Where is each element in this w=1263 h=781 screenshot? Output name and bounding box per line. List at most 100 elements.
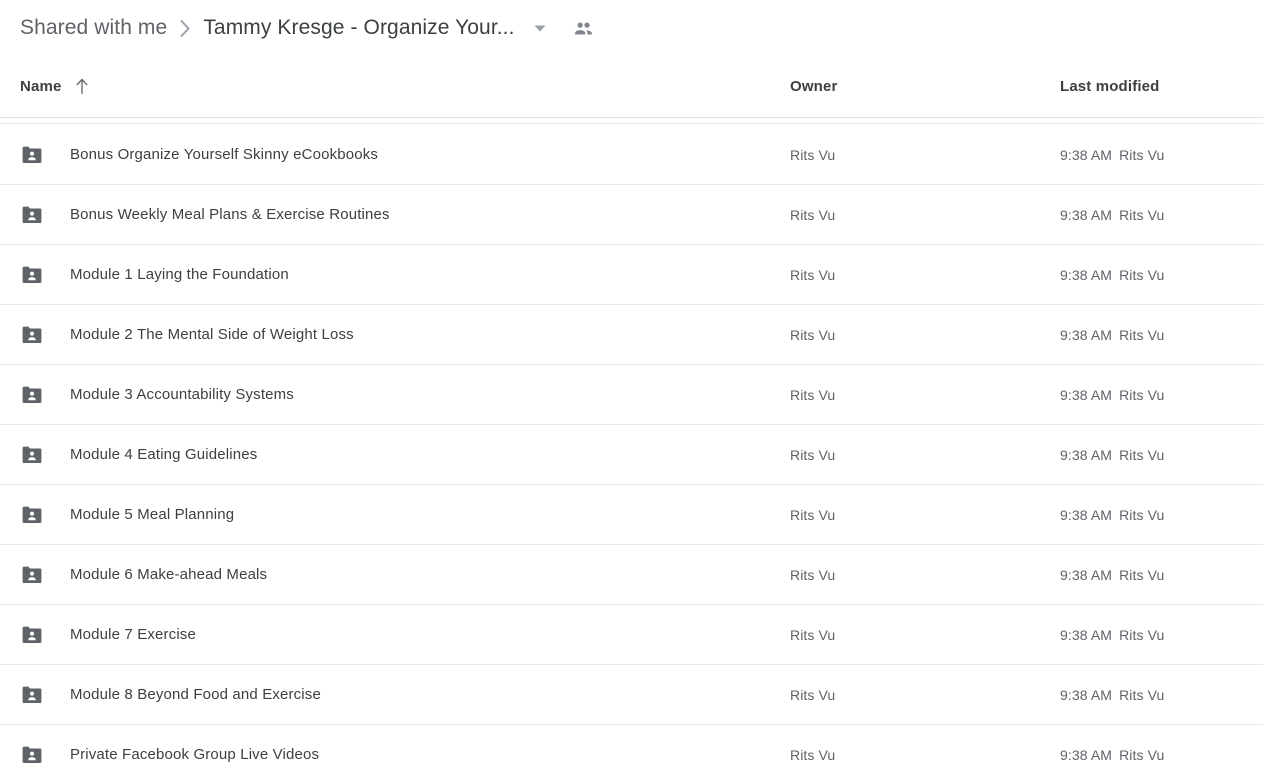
modified-by-label: Rits Vu <box>1119 446 1165 463</box>
row-cell-owner: Rits Vu <box>790 267 1060 283</box>
modified-time-label: 9:38 AM <box>1060 626 1113 643</box>
modified-by-label: Rits Vu <box>1119 146 1165 163</box>
breadcrumb-current-folder[interactable]: Tammy Kresge - Organize Your... <box>203 16 514 40</box>
table-row[interactable]: Module 4 Eating Guidelines Rits Vu 9:38 … <box>0 425 1263 485</box>
chevron-down-icon[interactable] <box>523 11 557 45</box>
table-row[interactable]: Module 1 Laying the Foundation Rits Vu 9… <box>0 245 1263 305</box>
people-shared-icon[interactable] <box>567 11 601 45</box>
row-cell-owner: Rits Vu <box>790 507 1060 523</box>
table-column-header: Name Owner Last modified <box>0 56 1263 124</box>
shared-folder-icon <box>20 623 44 647</box>
modified-by-label: Rits Vu <box>1119 206 1165 223</box>
modified-by-label: Rits Vu <box>1119 746 1165 763</box>
modified-by-label: Rits Vu <box>1119 266 1165 283</box>
column-header-name[interactable]: Name <box>0 78 790 95</box>
row-cell-name: Module 1 Laying the Foundation <box>0 263 790 287</box>
row-cell-owner: Rits Vu <box>790 567 1060 583</box>
row-cell-owner: Rits Vu <box>790 687 1060 703</box>
owner-label: Rits Vu <box>790 206 836 223</box>
row-cell-name: Bonus Organize Yourself Skinny eCookbook… <box>0 143 790 167</box>
owner-label: Rits Vu <box>790 686 836 703</box>
column-header-last-modified[interactable]: Last modified <box>1060 78 1263 96</box>
column-header-owner-label: Owner <box>790 77 838 95</box>
breadcrumb-root-shared-with-me[interactable]: Shared with me <box>20 16 167 40</box>
arrow-up-icon <box>75 78 89 95</box>
table-row[interactable]: Module 3 Accountability Systems Rits Vu … <box>0 365 1263 425</box>
owner-label: Rits Vu <box>790 386 836 403</box>
owner-label: Rits Vu <box>790 326 836 343</box>
file-name-label: Bonus Weekly Meal Plans & Exercise Routi… <box>70 206 390 223</box>
row-cell-last-modified: 9:38 AM Rits Vu <box>1060 387 1263 403</box>
file-name-label: Private Facebook Group Live Videos <box>70 746 320 763</box>
modified-time-label: 9:38 AM <box>1060 326 1113 343</box>
shared-folder-icon <box>20 743 44 767</box>
breadcrumb: Shared with me Tammy Kresge - Organize Y… <box>0 0 1263 56</box>
owner-label: Rits Vu <box>790 146 836 163</box>
modified-time-label: 9:38 AM <box>1060 506 1113 523</box>
modified-time-label: 9:38 AM <box>1060 266 1113 283</box>
table-row[interactable]: Bonus Weekly Meal Plans & Exercise Routi… <box>0 185 1263 245</box>
shared-folder-icon <box>20 143 44 167</box>
row-cell-name: Module 4 Eating Guidelines <box>0 443 790 467</box>
row-cell-owner: Rits Vu <box>790 627 1060 643</box>
table-row[interactable]: Module 2 The Mental Side of Weight Loss … <box>0 305 1263 365</box>
table-row[interactable]: Bonus Organize Yourself Skinny eCookbook… <box>0 125 1263 185</box>
shared-folder-icon <box>20 683 44 707</box>
column-header-owner[interactable]: Owner <box>790 78 1060 96</box>
modified-by-label: Rits Vu <box>1119 326 1165 343</box>
column-header-name-label: Name <box>20 78 62 95</box>
file-name-label: Module 4 Eating Guidelines <box>70 446 258 463</box>
modified-time-label: 9:38 AM <box>1060 746 1113 763</box>
table-row[interactable]: Module 6 Make-ahead Meals Rits Vu 9:38 A… <box>0 545 1263 605</box>
shared-folder-icon <box>20 503 44 527</box>
modified-time-label: 9:38 AM <box>1060 686 1113 703</box>
row-cell-name: Module 5 Meal Planning <box>0 503 790 527</box>
file-name-label: Module 2 The Mental Side of Weight Loss <box>70 326 354 343</box>
modified-by-label: Rits Vu <box>1119 686 1165 703</box>
row-cell-name: Module 8 Beyond Food and Exercise <box>0 683 790 707</box>
row-cell-name: Private Facebook Group Live Videos <box>0 743 790 767</box>
file-name-label: Module 6 Make-ahead Meals <box>70 566 268 583</box>
row-cell-owner: Rits Vu <box>790 147 1060 163</box>
file-name-label: Bonus Organize Yourself Skinny eCookbook… <box>70 146 379 163</box>
file-name-label: Module 3 Accountability Systems <box>70 386 294 403</box>
shared-folder-icon <box>20 383 44 407</box>
row-cell-name: Module 7 Exercise <box>0 623 790 647</box>
owner-label: Rits Vu <box>790 626 836 643</box>
table-row[interactable]: Private Facebook Group Live Videos Rits … <box>0 725 1263 781</box>
row-cell-owner: Rits Vu <box>790 447 1060 463</box>
row-cell-name: Module 2 The Mental Side of Weight Loss <box>0 323 790 347</box>
modified-time-label: 9:38 AM <box>1060 146 1113 163</box>
modified-by-label: Rits Vu <box>1119 566 1165 583</box>
shared-folder-icon <box>20 203 44 227</box>
file-list: Bonus Organize Yourself Skinny eCookbook… <box>0 125 1263 781</box>
shared-folder-icon <box>20 443 44 467</box>
row-cell-last-modified: 9:38 AM Rits Vu <box>1060 507 1263 523</box>
modified-by-label: Rits Vu <box>1119 626 1165 643</box>
table-row[interactable]: Module 5 Meal Planning Rits Vu 9:38 AM Ri… <box>0 485 1263 545</box>
modified-time-label: 9:38 AM <box>1060 566 1113 583</box>
row-cell-last-modified: 9:38 AM Rits Vu <box>1060 687 1263 703</box>
row-cell-last-modified: 9:38 AM Rits Vu <box>1060 567 1263 583</box>
row-cell-last-modified: 9:38 AM Rits Vu <box>1060 447 1263 463</box>
shared-folder-icon <box>20 323 44 347</box>
modified-time-label: 9:38 AM <box>1060 446 1113 463</box>
row-cell-name: Module 3 Accountability Systems <box>0 383 790 407</box>
file-name-label: Module 7 Exercise <box>70 626 196 643</box>
file-name-label: Module 8 Beyond Food and Exercise <box>70 686 321 703</box>
owner-label: Rits Vu <box>790 266 836 283</box>
row-cell-owner: Rits Vu <box>790 207 1060 223</box>
modified-time-label: 9:38 AM <box>1060 206 1113 223</box>
modified-by-label: Rits Vu <box>1119 506 1165 523</box>
file-name-label: Module 5 Meal Planning <box>70 506 235 523</box>
row-cell-last-modified: 9:38 AM Rits Vu <box>1060 267 1263 283</box>
owner-label: Rits Vu <box>790 566 836 583</box>
table-row[interactable]: Module 7 Exercise Rits Vu 9:38 AM Rits Vu <box>0 605 1263 665</box>
row-cell-last-modified: 9:38 AM Rits Vu <box>1060 627 1263 643</box>
row-cell-last-modified: 9:38 AM Rits Vu <box>1060 207 1263 223</box>
table-row[interactable]: Module 8 Beyond Food and Exercise Rits V… <box>0 665 1263 725</box>
shared-folder-icon <box>20 263 44 287</box>
row-cell-owner: Rits Vu <box>790 387 1060 403</box>
row-cell-name: Module 6 Make-ahead Meals <box>0 563 790 587</box>
row-cell-owner: Rits Vu <box>790 327 1060 343</box>
